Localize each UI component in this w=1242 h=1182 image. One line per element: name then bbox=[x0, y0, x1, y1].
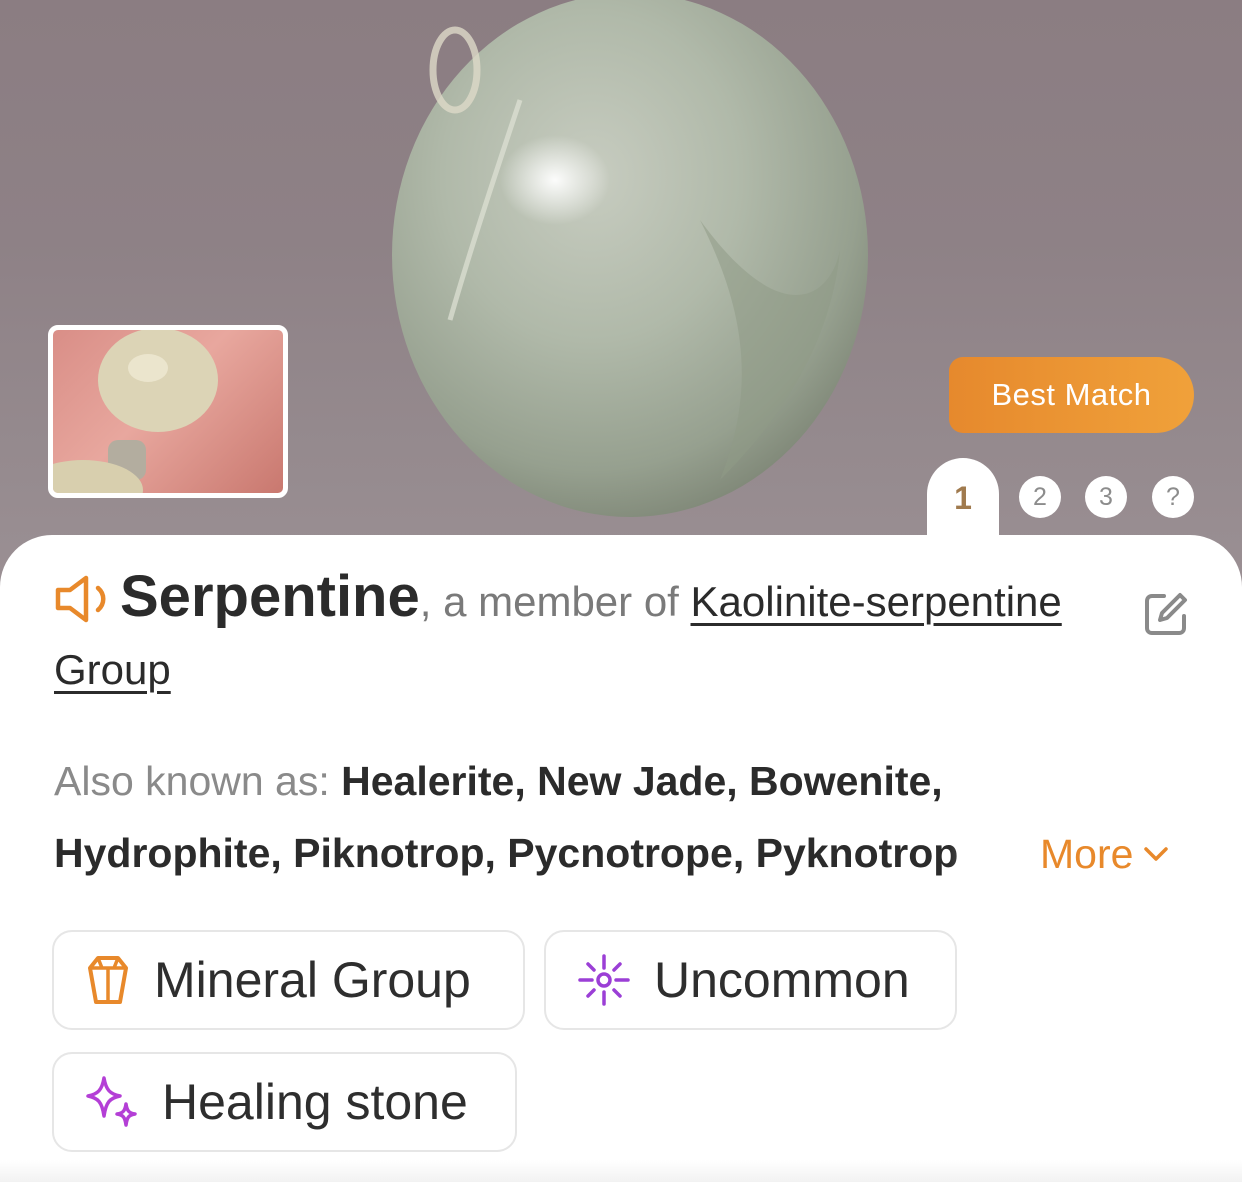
result-tab-label: 2 bbox=[1033, 482, 1047, 511]
sparkle-burst-icon bbox=[578, 954, 630, 1006]
mineral-name: Serpentine bbox=[120, 564, 420, 629]
result-tab-2[interactable]: 2 bbox=[1019, 476, 1061, 518]
bead-thumbnail-image bbox=[53, 330, 218, 493]
aka-names-line1: Healerite, New Jade, Bowenite, bbox=[341, 758, 943, 804]
aka-names-line2: Hydrophite, Piknotrop, Pycnotrope, Pykno… bbox=[54, 817, 1039, 889]
crystal-icon bbox=[88, 956, 128, 1004]
more-button[interactable]: More bbox=[1040, 820, 1169, 888]
member-of-text: , a member of bbox=[419, 578, 691, 625]
result-tab-label: 3 bbox=[1099, 482, 1113, 511]
best-match-badge: Best Match bbox=[949, 357, 1194, 433]
chip-label: Mineral Group bbox=[154, 952, 471, 1008]
chip-label: Uncommon bbox=[654, 952, 910, 1008]
chip-label: Healing stone bbox=[162, 1074, 468, 1130]
aka-label: Also known as: bbox=[54, 758, 342, 804]
chip-mineral-group[interactable]: Mineral Group bbox=[52, 930, 525, 1030]
result-tab-label: ? bbox=[1166, 482, 1180, 511]
bottom-divider bbox=[0, 1160, 1242, 1182]
also-known-as: Also known as: Healerite, New Jade, Bowe… bbox=[54, 745, 1054, 817]
speaker-icon[interactable] bbox=[54, 574, 120, 624]
chip-healing-stone[interactable]: Healing stone bbox=[52, 1052, 517, 1152]
result-title: Serpentine, a member of Kaolinite-serpen… bbox=[54, 563, 1114, 704]
edit-icon[interactable] bbox=[1142, 590, 1190, 638]
sparkles-icon bbox=[86, 1076, 137, 1127]
chevron-down-icon bbox=[1144, 847, 1169, 861]
more-label: More bbox=[1040, 831, 1134, 877]
uploaded-photo-thumbnail[interactable] bbox=[48, 325, 288, 498]
best-match-label: Best Match bbox=[991, 377, 1152, 412]
chip-uncommon[interactable]: Uncommon bbox=[544, 930, 957, 1030]
result-tab-3[interactable]: 3 bbox=[1085, 476, 1127, 518]
result-tab-unknown[interactable]: ? bbox=[1152, 476, 1194, 518]
